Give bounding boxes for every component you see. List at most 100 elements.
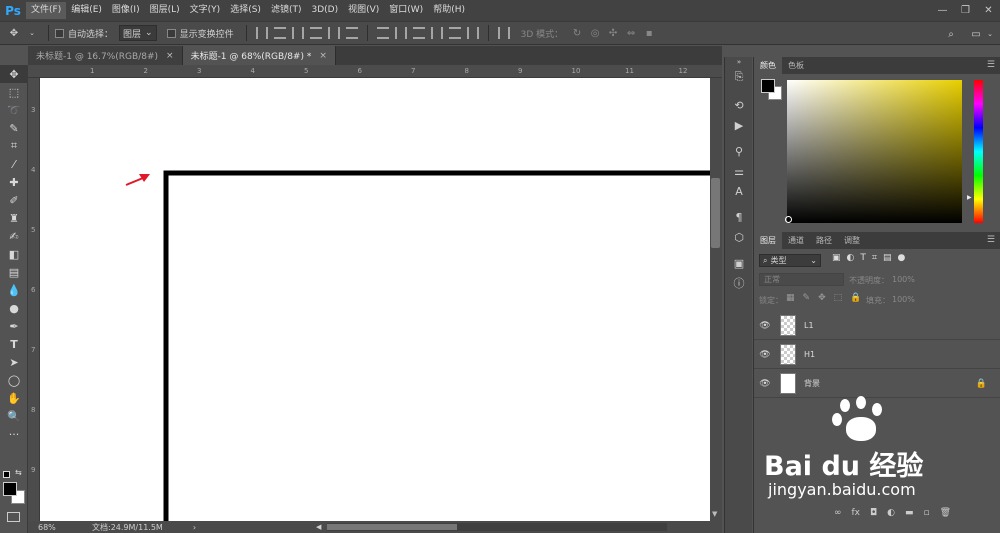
- menu-file[interactable]: 文件(F): [26, 2, 67, 19]
- scroll-thumb[interactable]: [711, 178, 720, 248]
- tab-color[interactable]: 颜色: [754, 57, 782, 74]
- path-select-tool-icon[interactable]: ➤: [0, 353, 28, 371]
- distribute-left-icon[interactable]: [430, 27, 443, 39]
- clone-stamp-tool-icon[interactable]: ♜: [0, 209, 28, 227]
- distribute-right-icon[interactable]: [466, 27, 479, 39]
- filter-smart-object-icon[interactable]: ▤: [883, 253, 892, 263]
- chevron-down-icon[interactable]: ⌄: [24, 25, 40, 41]
- blur-tool-icon[interactable]: 💧: [0, 281, 28, 299]
- swap-colors-icon[interactable]: ⇆: [15, 468, 22, 477]
- panel-menu-icon[interactable]: ☰: [987, 60, 995, 70]
- foreground-color-swatch[interactable]: [3, 482, 17, 496]
- eye-icon[interactable]: 👁: [754, 321, 776, 331]
- distribute-bottom-icon[interactable]: [412, 27, 425, 39]
- hand-tool-icon[interactable]: ✋: [0, 389, 28, 407]
- distribute-vcenter-icon[interactable]: [394, 27, 407, 39]
- link-layers-icon[interactable]: ∞: [834, 508, 842, 518]
- vertical-scrollbar[interactable]: ▼: [710, 78, 722, 521]
- zoom-tool-icon[interactable]: 🔍: [0, 407, 28, 425]
- tab-layers[interactable]: 图层: [754, 232, 782, 249]
- scroll-thumb[interactable]: [327, 524, 458, 530]
- eye-icon[interactable]: 👁: [754, 350, 776, 360]
- hue-slider-handle[interactable]: ▶: [967, 194, 972, 201]
- filter-adjustment-icon[interactable]: ◐: [847, 253, 855, 263]
- lasso-tool-icon[interactable]: ➰: [0, 101, 28, 119]
- 3d-slide-icon[interactable]: ⇔: [623, 25, 639, 41]
- tab-document-2[interactable]: 未标题-1 @ 68%(RGB/8#) * ×: [182, 46, 336, 65]
- align-bottom-icon[interactable]: [291, 27, 304, 39]
- layer-row-l1[interactable]: 👁 L1: [754, 312, 1000, 340]
- tab-channels[interactable]: 通道: [782, 232, 810, 249]
- menu-image[interactable]: 图像(I): [107, 2, 145, 19]
- fill-value[interactable]: 100%: [892, 295, 915, 304]
- blend-mode-dropdown[interactable]: 正常: [759, 273, 844, 286]
- color-spectrum-field[interactable]: [785, 80, 962, 223]
- scroll-left-arrow[interactable]: ◀: [316, 523, 321, 531]
- adjustment-layer-icon[interactable]: ◐: [887, 508, 895, 518]
- horizontal-scrollbar[interactable]: [327, 523, 668, 531]
- status-menu-icon[interactable]: ›: [193, 523, 196, 532]
- collapse-icon[interactable]: »: [725, 57, 753, 67]
- move-tool-icon[interactable]: ✥: [6, 25, 22, 41]
- eraser-tool-icon[interactable]: ◧: [0, 245, 28, 263]
- menu-filter[interactable]: 滤镜(T): [266, 2, 307, 19]
- actions-panel-icon[interactable]: ⟲: [725, 95, 753, 115]
- more-tools-icon[interactable]: ···: [0, 425, 28, 443]
- minimize-icon[interactable]: —: [931, 0, 954, 21]
- foreground-color-swatch[interactable]: [761, 79, 775, 93]
- chevron-down-icon[interactable]: ⌄: [982, 26, 998, 42]
- lock-transparent-icon[interactable]: ▦: [786, 293, 795, 303]
- scroll-down-arrow[interactable]: ▼: [712, 510, 717, 518]
- lock-all-icon[interactable]: 🔒: [850, 293, 861, 303]
- brush-presets-icon[interactable]: ⚲: [725, 141, 753, 161]
- menu-window[interactable]: 窗口(W): [384, 2, 428, 19]
- lock-position-icon[interactable]: ✥: [818, 293, 826, 303]
- new-group-icon[interactable]: ▬: [905, 508, 914, 518]
- align-right-icon[interactable]: [345, 27, 358, 39]
- gradient-tool-icon[interactable]: ▤: [0, 263, 28, 281]
- auto-select-dropdown[interactable]: 图层 ⌄: [119, 25, 157, 41]
- add-mask-icon[interactable]: ◘: [870, 508, 877, 518]
- filter-type-icon[interactable]: T: [860, 253, 866, 263]
- 3d-panel-icon[interactable]: ⬡: [725, 227, 753, 247]
- align-left-icon[interactable]: [309, 27, 322, 39]
- delete-layer-icon[interactable]: 🗑: [940, 508, 951, 518]
- tab-paths[interactable]: 路径: [810, 232, 838, 249]
- layer-name[interactable]: 背景: [804, 378, 820, 389]
- menu-help[interactable]: 帮助(H): [428, 2, 470, 19]
- filter-shape-icon[interactable]: ⌗: [872, 253, 877, 263]
- align-top-icon[interactable]: [255, 27, 268, 39]
- tab-document-1[interactable]: 未标题-1 @ 16.7%(RGB/8#) ×: [28, 46, 183, 65]
- 3d-roll-icon[interactable]: ◎: [587, 25, 603, 41]
- 3d-rotate-icon[interactable]: ↻: [569, 25, 585, 41]
- auto-align-icon[interactable]: [497, 27, 510, 39]
- restore-icon[interactable]: ❐: [954, 0, 977, 21]
- menu-view[interactable]: 视图(V): [343, 2, 384, 19]
- eye-icon[interactable]: 👁: [754, 379, 776, 389]
- show-transform-checkbox[interactable]: [166, 28, 176, 38]
- document-info[interactable]: 文档:24.9M/11.5M: [92, 522, 163, 533]
- distribute-top-icon[interactable]: [376, 27, 389, 39]
- info-panel-icon[interactable]: ⓘ: [725, 273, 753, 293]
- close-icon[interactable]: ✕: [977, 0, 1000, 21]
- brush-settings-icon[interactable]: ⚌: [725, 161, 753, 181]
- menu-3d[interactable]: 3D(D): [306, 2, 343, 19]
- align-vcenter-icon[interactable]: [273, 27, 286, 39]
- hue-slider[interactable]: [974, 80, 983, 223]
- close-icon[interactable]: ×: [166, 51, 174, 61]
- paragraph-panel-icon[interactable]: ¶: [725, 207, 753, 227]
- layer-name[interactable]: L1: [804, 321, 814, 330]
- quick-mask-icon[interactable]: [7, 512, 20, 522]
- healing-brush-tool-icon[interactable]: ✚: [0, 173, 28, 191]
- opacity-value[interactable]: 100%: [892, 275, 915, 284]
- rectangle-shape[interactable]: [163, 170, 710, 521]
- menu-type[interactable]: 文字(Y): [185, 2, 226, 19]
- filter-toggle-icon[interactable]: ●: [897, 253, 905, 263]
- move-tool-icon[interactable]: ✥: [0, 65, 28, 83]
- quick-select-tool-icon[interactable]: ✎: [0, 119, 28, 137]
- align-hcenter-icon[interactable]: [327, 27, 340, 39]
- auto-select-checkbox[interactable]: [55, 28, 64, 38]
- menu-select[interactable]: 选择(S): [225, 2, 266, 19]
- menu-edit[interactable]: 编辑(E): [66, 2, 107, 19]
- layer-row-background[interactable]: 👁 背景 🔒: [754, 370, 1000, 398]
